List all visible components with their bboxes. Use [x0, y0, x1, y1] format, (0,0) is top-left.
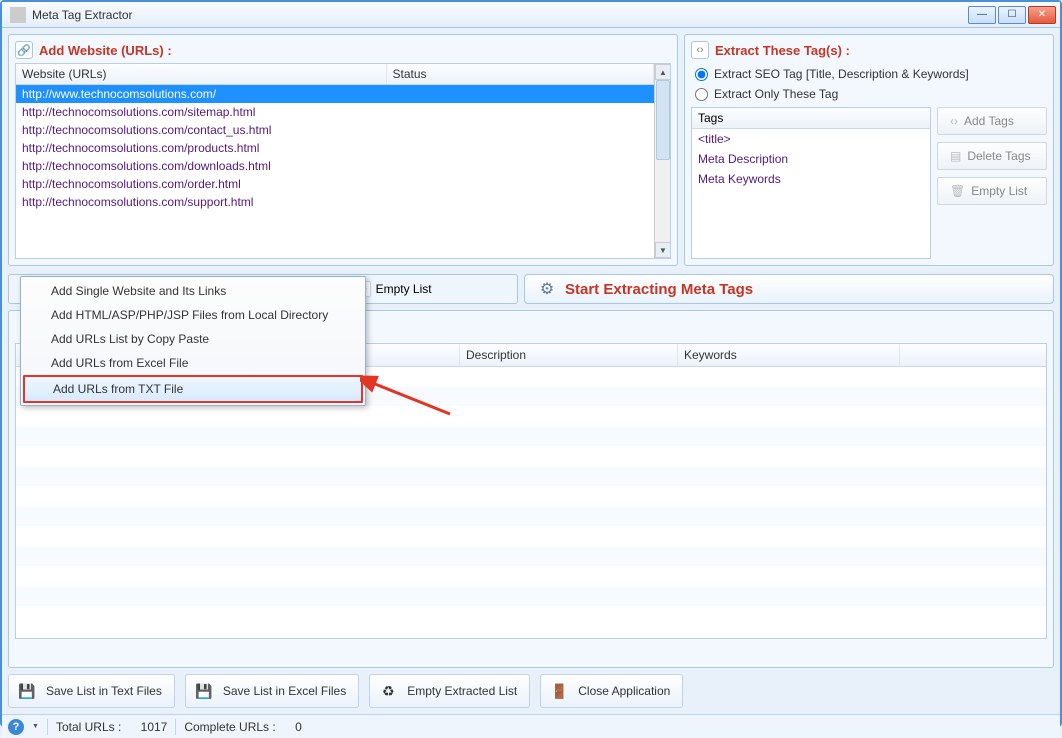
close-application-button[interactable]: 🚪 Close Application [540, 674, 683, 708]
scroll-thumb[interactable] [656, 80, 670, 160]
add-website-panel: 🔗 Add Website (URLs) : Website (URLs) St… [8, 34, 678, 266]
table-row[interactable]: http://technocomsolutions.com/products.h… [16, 139, 654, 157]
dd-add-copy-paste[interactable]: Add URLs List by Copy Paste [23, 327, 363, 351]
close-app-label: Close Application [578, 684, 670, 698]
list-item[interactable]: Meta Description [692, 149, 930, 169]
dd-add-from-excel[interactable]: Add URLs from Excel File [23, 351, 363, 375]
start-extracting-button[interactable]: ⚙ Start Extracting Meta Tags [524, 274, 1054, 304]
save-excel-label: Save List in Excel Files [223, 684, 346, 698]
code-icon: ‹› [691, 41, 709, 59]
save-text-label: Save List in Text Files [46, 684, 162, 698]
table-row[interactable]: http://www.technocomsolutions.com/ [16, 85, 654, 104]
radio-seo-label: Extract SEO Tag [Title, Description & Ke… [714, 67, 969, 81]
list-item[interactable]: Meta Keywords [692, 169, 930, 189]
save-excel-button[interactable]: 💾 Save List in Excel Files [185, 674, 359, 708]
recycle-icon: ♻ [377, 680, 399, 702]
window-title: Meta Tag Extractor [32, 8, 968, 22]
empty-list-label: Empty List [971, 184, 1027, 198]
tags-header: Tags [692, 108, 930, 129]
save-text-button[interactable]: 💾 Save List in Text Files [8, 674, 175, 708]
radio-only-label: Extract Only These Tag [714, 87, 838, 101]
link-icon: 🔗 [15, 41, 33, 59]
col-status[interactable]: Status [386, 64, 654, 85]
scroll-down-icon[interactable]: ▼ [655, 242, 671, 258]
results-body[interactable] [16, 367, 1046, 638]
radio-only-these[interactable]: Extract Only These Tag [695, 87, 1047, 101]
col-website[interactable]: Website (URLs) [16, 64, 386, 85]
extract-tags-title: Extract These Tag(s) : [715, 43, 850, 58]
close-button[interactable]: ✕ [1028, 6, 1056, 24]
status-bar: ? ▼ Total URLs : 1017 Complete URLs : 0 [2, 714, 1060, 738]
gear-icon: ⚙ [537, 279, 557, 299]
table-row[interactable]: http://technocomsolutions.com/sitemap.ht… [16, 103, 654, 121]
col-description[interactable]: Description [460, 344, 678, 366]
exit-icon: 🚪 [548, 680, 570, 702]
save-excel-icon: 💾 [193, 680, 215, 702]
table-row[interactable]: http://technocomsolutions.com/support.ht… [16, 193, 654, 211]
dd-add-single-website[interactable]: Add Single Website and Its Links [23, 279, 363, 303]
extract-tags-panel: ‹› Extract These Tag(s) : Extract SEO Ta… [684, 34, 1054, 266]
table-row[interactable]: http://technocomsolutions.com/order.html [16, 175, 654, 193]
empty-extracted-button[interactable]: ♻ Empty Extracted List [369, 674, 530, 708]
titlebar: Meta Tag Extractor — ☐ ✕ [2, 2, 1060, 28]
tags-list[interactable]: Tags <title> Meta Description Meta Keywo… [691, 107, 931, 259]
list-item[interactable]: <title> [692, 129, 930, 149]
dd-add-from-txt[interactable]: Add URLs from TXT File [23, 375, 363, 403]
delete-icon: ▤ [950, 149, 961, 163]
delete-tags-label: Delete Tags [967, 149, 1030, 163]
add-urls-dropdown: Add Single Website and Its Links Add HTM… [20, 276, 366, 406]
trash-icon: 🗑 [950, 184, 965, 198]
table-row[interactable]: http://technocomsolutions.com/contact_us… [16, 121, 654, 139]
empty-extracted-label: Empty Extracted List [407, 684, 517, 698]
delete-tags-button[interactable]: ▤ Delete Tags [937, 142, 1047, 170]
table-row[interactable]: http://technocomsolutions.com/downloads.… [16, 157, 654, 175]
empty-label: Empty List [376, 282, 432, 296]
radio-only-input[interactable] [695, 88, 708, 101]
radio-seo-input[interactable] [695, 68, 708, 81]
add-website-title: Add Website (URLs) : [39, 43, 172, 58]
scroll-up-icon[interactable]: ▲ [655, 64, 671, 80]
radio-seo-tag[interactable]: Extract SEO Tag [Title, Description & Ke… [695, 67, 1047, 81]
code-icon: ‹› [950, 114, 958, 128]
dd-add-html-files[interactable]: Add HTML/ASP/PHP/JSP Files from Local Di… [23, 303, 363, 327]
scrollbar[interactable]: ▲ ▼ [654, 64, 670, 258]
app-icon [10, 7, 26, 23]
save-text-icon: 💾 [16, 680, 38, 702]
add-tags-button[interactable]: ‹› Add Tags [937, 107, 1047, 135]
minimize-button[interactable]: — [968, 6, 996, 24]
url-table[interactable]: Website (URLs) Status http://www.technoc… [15, 63, 671, 259]
start-label: Start Extracting Meta Tags [565, 281, 753, 298]
empty-list-button[interactable]: 🗑 Empty List [937, 177, 1047, 205]
add-tags-label: Add Tags [964, 114, 1014, 128]
maximize-button[interactable]: ☐ [998, 6, 1026, 24]
col-keywords[interactable]: Keywords [678, 344, 900, 366]
